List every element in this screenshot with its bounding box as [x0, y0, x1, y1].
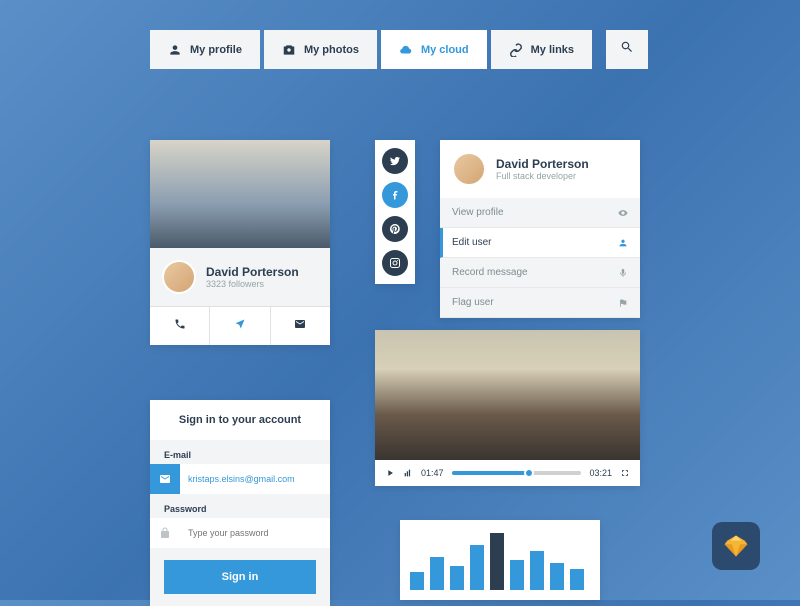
menu-record-message[interactable]: Record message [440, 258, 640, 288]
password-input[interactable] [180, 520, 330, 546]
bar-chart [400, 520, 600, 600]
followers-count: 3323 followers [206, 279, 299, 289]
mic-icon [618, 268, 628, 278]
sketch-badge [712, 522, 760, 570]
pinterest-icon [389, 223, 401, 235]
location-arrow-icon [234, 318, 246, 330]
search-icon [620, 40, 634, 54]
bar [410, 572, 424, 590]
mail-button[interactable] [271, 307, 330, 345]
email-field-row [150, 464, 330, 494]
user-role: Full stack developer [496, 171, 589, 181]
profile-info: David Porterson 3323 followers [150, 248, 330, 306]
video-player: 01:47 03:21 [375, 330, 640, 486]
bar [550, 563, 564, 590]
time-elapsed: 01:47 [421, 468, 444, 478]
menu-label: Record message [452, 267, 528, 278]
pinterest-button[interactable] [382, 216, 408, 242]
tab-label: My photos [304, 44, 359, 56]
tab-my-photos[interactable]: My photos [264, 30, 377, 69]
search-button[interactable] [606, 30, 648, 69]
seek-knob[interactable] [524, 468, 534, 478]
video-controls: 01:47 03:21 [375, 460, 640, 486]
bar [510, 560, 524, 590]
video-frame[interactable] [375, 330, 640, 460]
seek-track[interactable] [452, 471, 582, 475]
bar-highlight [490, 533, 504, 590]
cloud-icon [399, 43, 413, 57]
user-name: David Porterson [496, 157, 589, 171]
tab-label: My links [531, 44, 574, 56]
email-label: E-mail [150, 440, 330, 464]
mail-icon [294, 318, 306, 330]
twitter-icon [389, 155, 401, 167]
time-total: 03:21 [589, 468, 612, 478]
sketch-icon [722, 532, 750, 560]
avatar [452, 152, 486, 186]
signin-card: Sign in to your account E-mail Password … [150, 400, 330, 606]
avatar [162, 260, 196, 294]
locate-button[interactable] [210, 307, 270, 345]
bar [470, 545, 484, 590]
user-header: David Porterson Full stack developer [440, 140, 640, 198]
instagram-icon [389, 257, 401, 269]
bar [430, 557, 444, 590]
person-icon [618, 238, 628, 248]
social-strip [375, 140, 415, 284]
password-field-row [150, 518, 330, 548]
bar [570, 569, 584, 590]
instagram-button[interactable] [382, 250, 408, 276]
flag-icon [618, 298, 628, 308]
user-menu-card: David Porterson Full stack developer Vie… [440, 140, 640, 318]
profile-actions [150, 306, 330, 345]
bar [530, 551, 544, 590]
tab-my-links[interactable]: My links [491, 30, 592, 69]
facebook-button[interactable] [382, 182, 408, 208]
password-label: Password [150, 494, 330, 518]
menu-view-profile[interactable]: View profile [440, 198, 640, 228]
email-input[interactable] [180, 466, 330, 492]
signin-title: Sign in to your account [150, 400, 330, 440]
eye-icon [618, 208, 628, 218]
email-icon-box [150, 464, 180, 494]
tab-my-profile[interactable]: My profile [150, 30, 260, 69]
play-icon[interactable] [385, 468, 395, 478]
tab-my-cloud[interactable]: My cloud [381, 30, 487, 69]
facebook-icon [389, 189, 401, 201]
seek-fill [452, 471, 530, 475]
profile-card: David Porterson 3323 followers [150, 140, 330, 345]
expand-icon[interactable] [620, 468, 630, 478]
call-button[interactable] [150, 307, 210, 345]
lock-icon [159, 527, 171, 539]
menu-label: View profile [452, 207, 504, 218]
bar [450, 566, 464, 590]
volume-icon[interactable] [403, 468, 413, 478]
person-icon [168, 43, 182, 57]
camera-icon [282, 43, 296, 57]
menu-edit-user[interactable]: Edit user [440, 228, 640, 258]
menu-flag-user[interactable]: Flag user [440, 288, 640, 318]
top-nav: My profile My photos My cloud My links [150, 30, 648, 69]
cover-image [150, 140, 330, 248]
menu-label: Flag user [452, 297, 494, 308]
menu-label: Edit user [452, 237, 491, 248]
tab-label: My profile [190, 44, 242, 56]
twitter-button[interactable] [382, 148, 408, 174]
tab-label: My cloud [421, 44, 469, 56]
mail-icon [159, 473, 171, 485]
signin-button[interactable]: Sign in [164, 560, 316, 594]
lock-icon-box [150, 518, 180, 548]
phone-icon [174, 318, 186, 330]
link-icon [509, 43, 523, 57]
profile-name: David Porterson [206, 265, 299, 279]
